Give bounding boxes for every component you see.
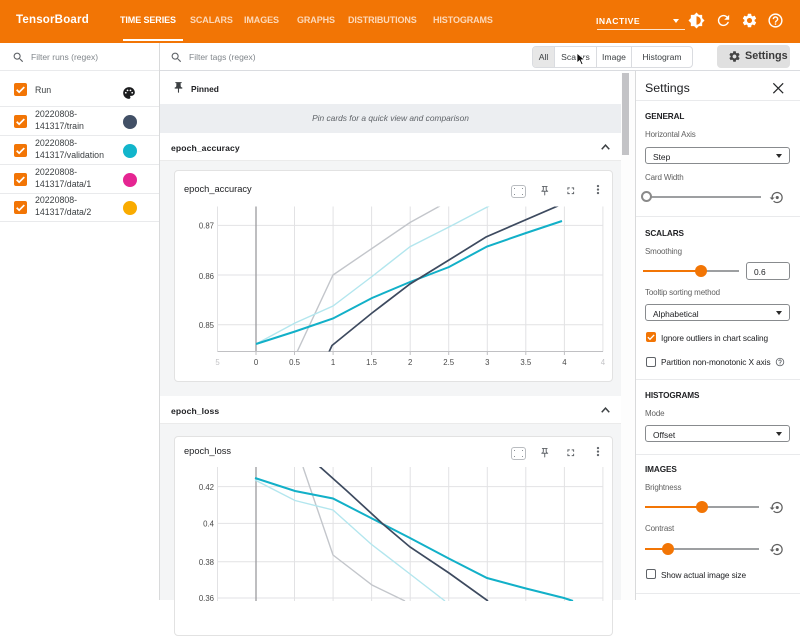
svg-text:0.38: 0.38 [199, 558, 214, 567]
svg-text:4: 4 [562, 358, 567, 367]
svg-text:2: 2 [408, 358, 412, 367]
svg-text:5: 5 [215, 358, 220, 367]
svg-text:2.5: 2.5 [443, 358, 455, 367]
svg-text:0.42: 0.42 [199, 483, 214, 492]
svg-text:4: 4 [601, 358, 606, 367]
svg-text:3: 3 [485, 358, 489, 367]
svg-text:0.87: 0.87 [199, 222, 214, 231]
svg-text:0: 0 [254, 358, 259, 367]
svg-text:0.5: 0.5 [289, 358, 301, 367]
svg-text:1: 1 [331, 358, 335, 367]
svg-text:0.86: 0.86 [199, 272, 214, 281]
svg-text:3.5: 3.5 [520, 358, 532, 367]
svg-text:0.85: 0.85 [199, 321, 215, 330]
svg-text:0.4: 0.4 [203, 520, 215, 529]
svg-text:1.5: 1.5 [366, 358, 378, 367]
